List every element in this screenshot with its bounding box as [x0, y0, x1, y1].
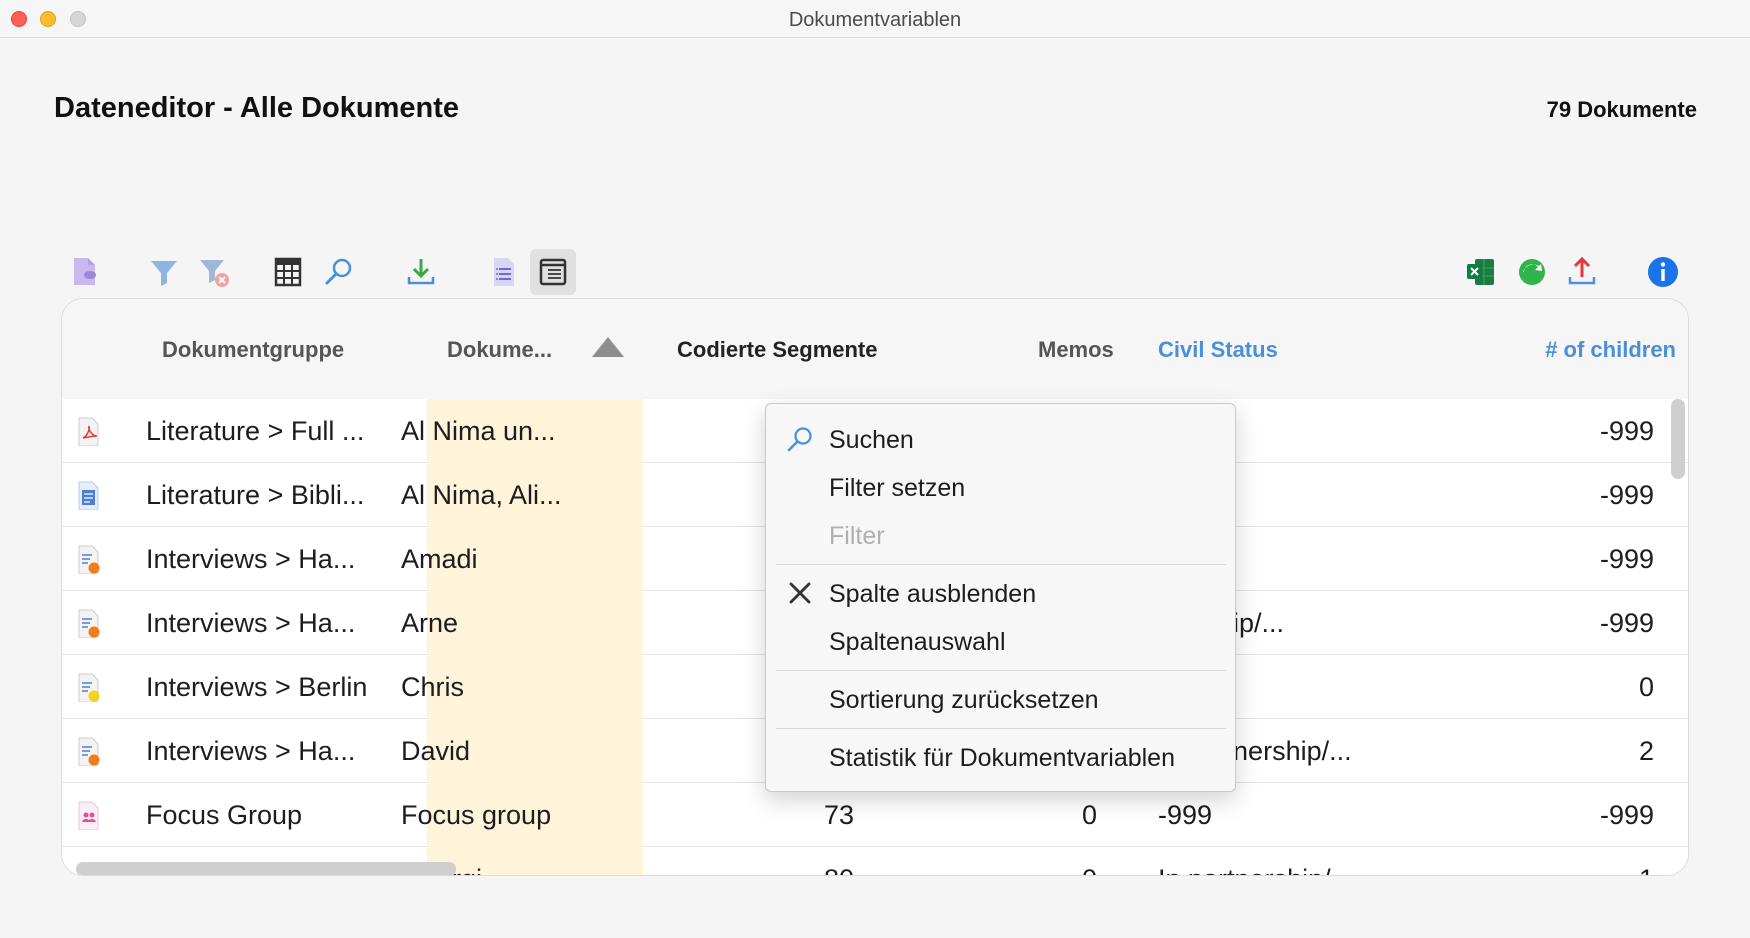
variable-list-icon	[539, 258, 567, 286]
export-excel-button[interactable]	[1458, 249, 1504, 295]
search-icon	[325, 258, 352, 285]
cell-children: -999	[1599, 544, 1654, 574]
column-header-memos[interactable]: Memos	[1038, 337, 1114, 363]
cell-dokumentname: David	[401, 736, 471, 766]
cell-dokumentname: Arne	[401, 608, 459, 638]
export-button[interactable]	[1559, 249, 1605, 295]
main-content: Dateneditor - Alle Dokumente 79 Dokument…	[0, 39, 1750, 938]
cell-dokumentname: Focus group	[401, 800, 552, 830]
menu-item-statistik[interactable]: Statistik für Dokumentvariablen	[829, 744, 1175, 773]
close-icon	[789, 582, 811, 604]
cell-civil-status: -999	[1158, 800, 1213, 830]
cell-dokumentgruppe: Interviews > Ha...	[146, 608, 356, 638]
cell-dokumentname: Amadi	[401, 544, 478, 574]
table-header: Dokumentgruppe Dokume... Codierte Segmen…	[62, 299, 1688, 399]
list-document-icon	[494, 258, 514, 286]
cell-children: -999	[1599, 416, 1654, 446]
cell-memos: 0	[1081, 800, 1097, 830]
import-button[interactable]	[398, 249, 444, 295]
menu-item-suchen[interactable]: Suchen	[829, 426, 914, 455]
column-layout-button[interactable]	[265, 249, 311, 295]
menu-item-sortierung-zuruecksetzen[interactable]: Sortierung zurücksetzen	[829, 686, 1099, 715]
focus-group-icon	[78, 801, 99, 830]
cell-dokumentgruppe: Interviews > Berlin	[146, 672, 368, 702]
export-spss-button[interactable]	[1509, 249, 1555, 295]
search-button[interactable]	[316, 249, 362, 295]
window-title: Dokumentvariablen	[788, 9, 962, 31]
info-button[interactable]	[1640, 249, 1686, 295]
column-header-children[interactable]: # of children	[1545, 337, 1676, 363]
filter-icon	[151, 261, 177, 286]
cell-children: -999	[1599, 800, 1654, 830]
cell-dokumentgruppe: Literature > Full ...	[146, 416, 365, 446]
table-row[interactable]: Focus Group Focus group 73 0 -999 -999	[62, 783, 1688, 847]
excel-icon	[1467, 259, 1494, 285]
cell-dokumentgruppe: Interviews > Ha...	[146, 544, 356, 574]
variable-list-button[interactable]	[530, 249, 576, 295]
column-header-dokumentname[interactable]: Dokume...	[447, 337, 552, 363]
cell-dokumentgruppe: Literature > Bibli...	[146, 480, 365, 510]
cell-children: 0	[1638, 672, 1654, 702]
cell-codierte-segmente: 80	[712, 847, 854, 875]
remove-filter-button[interactable]	[192, 249, 238, 295]
menu-separator	[776, 670, 1226, 671]
info-icon	[1648, 257, 1678, 287]
cell-children: 1	[1502, 847, 1654, 875]
interview-orange-icon	[78, 737, 100, 766]
cell-children: -999	[1599, 608, 1654, 638]
cell-dokumentname: Chris	[401, 672, 465, 702]
text-document-icon	[78, 481, 99, 510]
sort-ascending-icon[interactable]	[592, 337, 624, 357]
menu-item-spaltenauswahl[interactable]: Spaltenauswahl	[829, 628, 1006, 657]
vertical-scrollbar[interactable]	[1671, 399, 1685, 479]
title-bar: Dokumentvariablen	[0, 0, 1750, 38]
interview-yellow-icon	[78, 673, 100, 702]
document-count: 79 Dokumente	[1546, 97, 1697, 122]
table-columns-icon	[274, 257, 302, 287]
cell-dokumentgruppe: Focus Group	[146, 800, 303, 830]
download-icon	[407, 259, 435, 285]
interview-orange-icon	[78, 609, 100, 638]
column-header-codierte-segmente[interactable]: Codierte Segmente	[677, 337, 878, 363]
menu-item-filter-setzen[interactable]: Filter setzen	[829, 474, 965, 503]
activate-documents-button[interactable]	[62, 249, 108, 295]
pdf-icon	[78, 417, 99, 446]
column-context-menu: Suchen Filter setzen Filter Spalte ausbl…	[765, 403, 1236, 792]
menu-item-filter: Filter	[829, 522, 885, 550]
cell-dokumentgruppe: Interviews > Ha...	[146, 736, 356, 766]
filter-remove-icon	[200, 260, 229, 287]
menu-item-spalte-ausblenden[interactable]: Spalte ausblenden	[829, 580, 1036, 609]
cell-dokumentname: Al Nima, Ali...	[401, 480, 562, 510]
spss-icon	[1519, 259, 1545, 285]
filter-button[interactable]	[141, 249, 187, 295]
interview-orange-icon	[78, 545, 100, 574]
cell-children: -999	[1599, 480, 1654, 510]
document-activate-icon	[74, 258, 96, 285]
cell-children: 2	[1638, 736, 1654, 766]
column-header-civil-status[interactable]: Civil Status	[1158, 337, 1278, 363]
menu-separator	[776, 728, 1226, 729]
upload-icon	[1568, 256, 1596, 285]
page-title: Dateneditor - Alle Dokumente	[54, 92, 459, 124]
search-icon	[787, 427, 812, 452]
cell-dokumentname: Al Nima un...	[401, 416, 556, 446]
cell-civil-status: In partnership/...	[1158, 847, 1408, 875]
horizontal-scrollbar[interactable]	[76, 862, 456, 875]
cell-codierte-segmente: 73	[823, 800, 854, 830]
list-view-button[interactable]	[481, 249, 527, 295]
column-header-dokumentgruppe[interactable]: Dokumentgruppe	[162, 337, 344, 363]
cell-memos: 0	[1012, 847, 1097, 875]
menu-separator	[776, 564, 1226, 565]
